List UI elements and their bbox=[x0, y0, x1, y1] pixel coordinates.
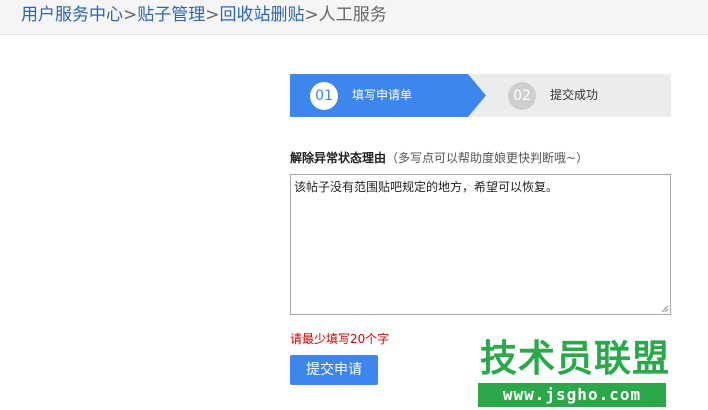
step-2-number: 02 bbox=[508, 82, 536, 110]
breadcrumb-separator: > bbox=[304, 5, 319, 25]
breadcrumb-link-recycle-bin[interactable]: 回收站删贴 bbox=[220, 5, 305, 25]
reason-textarea[interactable]: 该帖子没有范围贴吧规定的地方，希望可以恢复。 bbox=[290, 174, 671, 315]
step-2-label: 提交成功 bbox=[550, 88, 599, 102]
submit-application-button[interactable]: 提交申请 bbox=[290, 355, 378, 385]
step-1-number: 01 bbox=[310, 82, 338, 110]
progress-steps: 01 填写申请单 02 提交成功 bbox=[290, 74, 671, 117]
resize-grip-icon[interactable] bbox=[660, 304, 669, 313]
breadcrumb-separator: > bbox=[205, 5, 220, 25]
reason-label: 解除异常状态理由 bbox=[290, 151, 387, 165]
watermark-url: www.jsgho.com bbox=[478, 383, 666, 407]
breadcrumb: 用户服务中心>贴子管理>回收站删贴>人工服务 bbox=[21, 4, 387, 26]
validation-error: 请最少填写20个字 bbox=[290, 332, 390, 346]
header-bar: 用户服务中心>贴子管理>回收站删贴>人工服务 bbox=[0, 0, 708, 35]
breadcrumb-link-user-center[interactable]: 用户服务中心 bbox=[21, 5, 123, 25]
breadcrumb-current: 人工服务 bbox=[318, 5, 387, 25]
breadcrumb-link-post-management[interactable]: 贴子管理 bbox=[137, 5, 205, 25]
watermark-logo-text: 技术员联盟 bbox=[480, 337, 670, 380]
step-1-label: 填写申请单 bbox=[352, 88, 413, 102]
reason-heading: 解除异常状态理由（多写点可以帮助度娘更快判断哦~） bbox=[290, 150, 588, 166]
breadcrumb-separator: > bbox=[123, 5, 138, 25]
reason-hint: （多写点可以帮助度娘更快判断哦~） bbox=[386, 151, 589, 165]
